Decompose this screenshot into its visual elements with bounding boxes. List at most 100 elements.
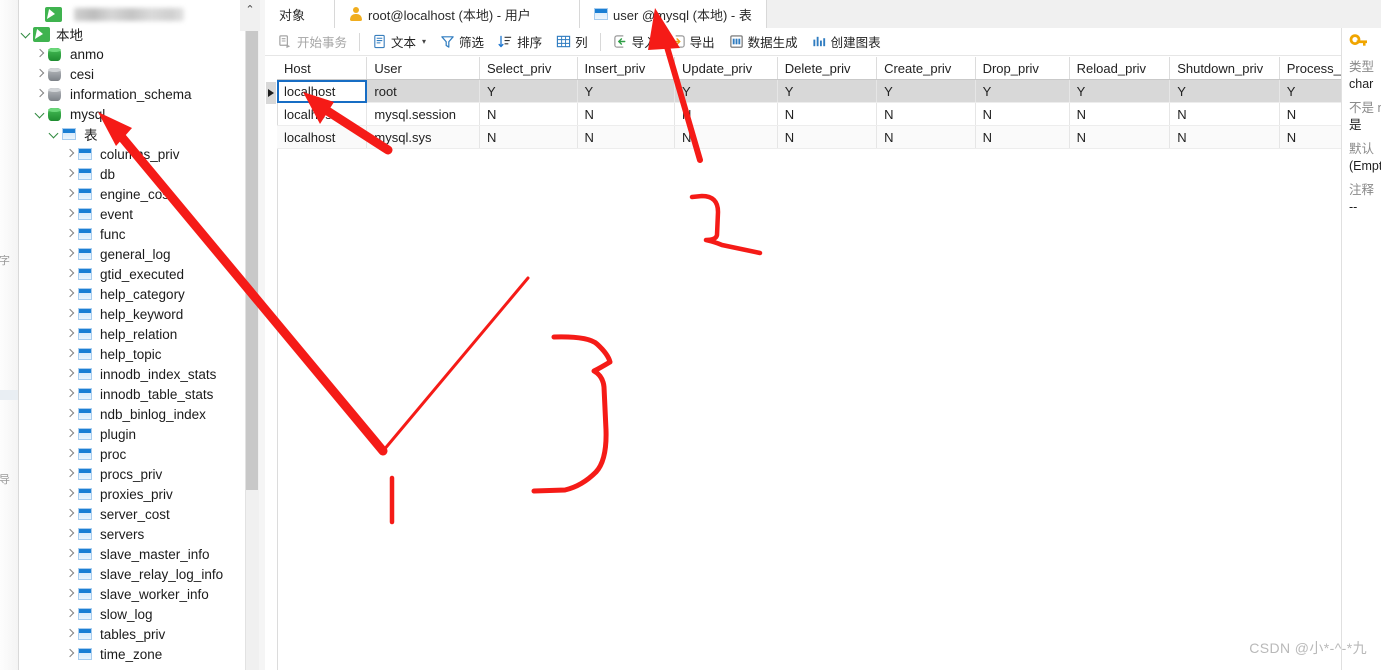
column-header-Insert_priv[interactable]: Insert_priv xyxy=(577,57,676,80)
column-header-Create_priv[interactable]: Create_priv xyxy=(876,57,976,80)
table-cell[interactable]: N xyxy=(479,125,578,149)
chevron-right-icon[interactable] xyxy=(33,87,47,101)
tree-item-table-ndb_binlog_index[interactable]: ndb_binlog_index xyxy=(19,404,206,424)
tree-item-table-innodb_index_stats[interactable]: innodb_index_stats xyxy=(19,364,216,384)
chevron-right-icon[interactable] xyxy=(63,647,77,661)
chevron-right-icon[interactable] xyxy=(33,47,47,61)
tree-item-table-plugin[interactable]: plugin xyxy=(19,424,136,444)
chevron-down-icon[interactable]: ▾ xyxy=(422,37,426,46)
chevron-right-icon[interactable] xyxy=(63,247,77,261)
table-cell[interactable]: localhost xyxy=(277,125,368,149)
chevron-right-icon[interactable] xyxy=(63,147,77,161)
chevron-right-icon[interactable] xyxy=(63,607,77,621)
table-cell[interactable]: Y xyxy=(876,79,976,103)
tab-users[interactable]: root@localhost (本地) - 用户 xyxy=(335,0,580,28)
table-cell[interactable]: Y xyxy=(777,79,878,103)
tree-item-table-columns_priv[interactable]: columns_priv xyxy=(19,144,180,164)
table-cell[interactable]: localhost xyxy=(277,79,368,103)
chevron-right-icon[interactable] xyxy=(63,227,77,241)
tree-item-table-event[interactable]: event xyxy=(19,204,133,224)
toolbar-button-sort[interactable]: 排序 xyxy=(491,30,549,53)
column-header-Select_priv[interactable]: Select_priv xyxy=(479,57,578,80)
table-cell[interactable]: N xyxy=(876,125,976,149)
tree-item-table-general_log[interactable]: general_log xyxy=(19,244,171,264)
tab-objects[interactable]: 对象 xyxy=(265,0,335,28)
data-grid[interactable]: Host User Select_priv Insert_priv Update_pri… xyxy=(265,57,1381,670)
tree-item-table-slow_log[interactable]: slow_log xyxy=(19,604,153,624)
chevron-down-icon[interactable] xyxy=(33,107,47,121)
chevron-right-icon[interactable] xyxy=(63,407,77,421)
column-header-Host[interactable]: Host xyxy=(277,57,368,80)
chevron-right-icon[interactable] xyxy=(63,567,77,581)
chevron-right-icon[interactable] xyxy=(63,287,77,301)
table-row[interactable]: localhost mysql.sys N N N N N N N N N xyxy=(277,125,1381,149)
chevron-right-icon[interactable] xyxy=(63,547,77,561)
toolbar-button-create-chart[interactable]: 创建图表 xyxy=(805,30,888,53)
tree-item-table-slave_relay_log_info[interactable]: slave_relay_log_info xyxy=(19,564,223,584)
table-row[interactable]: localhost mysql.session N N N N N N N N N xyxy=(277,102,1381,126)
table-cell[interactable]: N xyxy=(479,102,578,126)
chevron-right-icon[interactable] xyxy=(63,427,77,441)
table-cell[interactable]: Y xyxy=(1069,79,1171,103)
tree-item-db-mysql[interactable]: mysql xyxy=(19,104,105,124)
tree-item-table-engine_cost[interactable]: engine_cost xyxy=(19,184,173,204)
toolbar-button-text[interactable]: 文本 ▾ xyxy=(365,30,433,53)
table-cell[interactable]: mysql.session xyxy=(366,102,481,126)
tree-item-table-innodb_table_stats[interactable]: innodb_table_stats xyxy=(19,384,213,404)
tree-item-db-anmo[interactable]: anmo xyxy=(19,44,104,64)
chevron-right-icon[interactable] xyxy=(63,587,77,601)
table-cell[interactable]: N xyxy=(777,125,878,149)
table-cell[interactable]: Y xyxy=(577,79,676,103)
tree-item-table-proc[interactable]: proc xyxy=(19,444,126,464)
column-header-Update_priv[interactable]: Update_priv xyxy=(674,57,778,80)
table-cell[interactable]: N xyxy=(577,125,676,149)
chevron-right-icon[interactable] xyxy=(33,67,47,81)
chevron-right-icon[interactable] xyxy=(63,467,77,481)
chevron-right-icon[interactable] xyxy=(63,347,77,361)
chevron-down-icon[interactable] xyxy=(47,127,61,141)
table-cell[interactable]: N xyxy=(1069,102,1171,126)
chevron-right-icon[interactable] xyxy=(63,507,77,521)
tree-item-table-help_topic[interactable]: help_topic xyxy=(19,344,162,364)
table-cell[interactable]: localhost xyxy=(277,102,368,126)
chevron-right-icon[interactable] xyxy=(63,267,77,281)
chevron-right-icon[interactable] xyxy=(63,487,77,501)
tree-item-table-help_category[interactable]: help_category xyxy=(19,284,185,304)
toolbar-button-export[interactable]: 导出 xyxy=(664,30,722,53)
table-cell[interactable]: root xyxy=(366,79,481,103)
chevron-right-icon[interactable] xyxy=(63,367,77,381)
object-tree-panel[interactable]: 本地 anmo cesi information_schema mysql 表 column… xyxy=(19,0,245,670)
chevron-right-icon[interactable] xyxy=(63,527,77,541)
tree-scrollbar-thumb[interactable] xyxy=(246,18,258,490)
table-cell[interactable]: N xyxy=(577,102,676,126)
table-cell[interactable]: mysql.sys xyxy=(366,125,481,149)
table-cell[interactable]: Y xyxy=(674,79,778,103)
chevron-down-icon[interactable] xyxy=(19,27,33,41)
column-header-Reload_priv[interactable]: Reload_priv xyxy=(1069,57,1171,80)
column-header-Drop_priv[interactable]: Drop_priv xyxy=(975,57,1070,80)
table-cell[interactable]: N xyxy=(876,102,976,126)
tree-item-table-func[interactable]: func xyxy=(19,224,126,244)
tree-item-db-information_schema[interactable]: information_schema xyxy=(19,84,192,104)
table-cell[interactable]: N xyxy=(777,102,878,126)
tree-item-table-time_zone[interactable]: time_zone xyxy=(19,644,162,664)
table-cell[interactable]: Y xyxy=(975,79,1070,103)
toolbar-button-columns[interactable]: 列 xyxy=(549,30,595,53)
tree-item-table-help_keyword[interactable]: help_keyword xyxy=(19,304,183,324)
tab-table-user[interactable]: user @mysql (本地) - 表 xyxy=(580,0,767,28)
table-cell[interactable]: N xyxy=(1069,125,1171,149)
tree-item-table-server_cost[interactable]: server_cost xyxy=(19,504,170,524)
toolbar-button-import[interactable]: 导入 xyxy=(606,30,664,53)
table-row[interactable]: localhost root Y Y Y Y Y Y Y Y Y xyxy=(277,79,1381,103)
tree-item-table-gtid_executed[interactable]: gtid_executed xyxy=(19,264,184,284)
table-cell[interactable]: Y xyxy=(1169,79,1280,103)
toolbar-button-data-generation[interactable]: 数据生成 xyxy=(722,30,805,53)
tree-item-table-tables_priv[interactable]: tables_priv xyxy=(19,624,165,644)
tree-item-tables-group[interactable]: 表 xyxy=(19,124,98,144)
tree-item-table-help_relation[interactable]: help_relation xyxy=(19,324,177,344)
chevron-right-icon[interactable] xyxy=(63,447,77,461)
column-header-Shutdown_priv[interactable]: Shutdown_priv xyxy=(1169,57,1280,80)
table-cell[interactable]: Y xyxy=(479,79,578,103)
tree-item-db-cesi[interactable]: cesi xyxy=(19,64,94,84)
tree-item-table-servers[interactable]: servers xyxy=(19,524,144,544)
